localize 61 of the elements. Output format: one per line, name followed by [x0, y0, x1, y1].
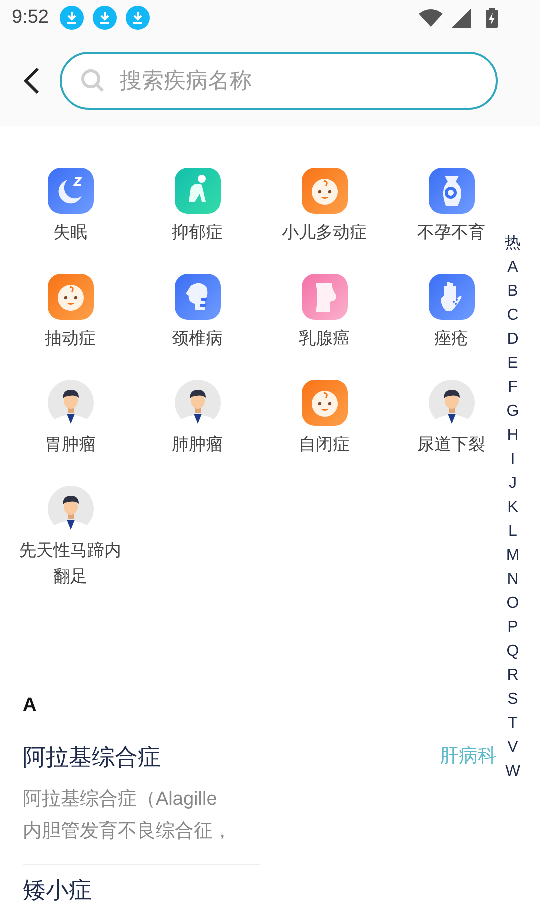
index-letter[interactable]: I [510, 448, 516, 472]
doctor-avatar [48, 486, 94, 532]
index-letter[interactable]: P [508, 616, 518, 640]
disease-name[interactable]: 先天性马蹄内翻足 [12, 538, 130, 590]
baby-face-icon [302, 168, 348, 214]
disease-name[interactable]: 自闭症 [266, 432, 384, 458]
index-letter[interactable]: B [508, 280, 518, 304]
disease-name[interactable]: 失眠 [12, 220, 130, 246]
index-letter[interactable]: Q [506, 640, 520, 664]
moon-icon [48, 168, 94, 214]
disease-title[interactable]: 矮小症 [23, 875, 92, 905]
index-letter[interactable]: T [508, 712, 518, 736]
disease-name[interactable]: 小儿多动症 [266, 220, 384, 246]
index-letter[interactable]: M [506, 544, 520, 568]
disease-name[interactable]: 肺肿瘤 [138, 432, 256, 458]
index-letter[interactable]: H [507, 424, 519, 448]
index-letter[interactable]: D [507, 328, 519, 352]
index-letter[interactable]: K [508, 496, 518, 520]
download-icon [92, 6, 117, 30]
index-letter[interactable]: N [507, 568, 519, 592]
index-letter[interactable]: O [506, 592, 520, 616]
signal-icon [452, 8, 471, 28]
baby-face-icon [302, 380, 348, 426]
disease-name[interactable]: 颈椎病 [138, 326, 256, 352]
disease-name[interactable]: 抽动症 [12, 326, 130, 352]
index-letter[interactable]: F [508, 376, 518, 400]
baby-face-icon [48, 274, 94, 320]
index-letter[interactable]: S [508, 688, 518, 712]
index-letter[interactable]: E [508, 352, 518, 376]
search-icon [80, 68, 106, 94]
sitting-person-icon [174, 168, 220, 214]
index-letter[interactable]: G [506, 400, 520, 424]
index-letter[interactable]: V [508, 736, 518, 760]
back-icon[interactable] [22, 67, 42, 95]
search-field[interactable]: 搜索疾病名称 [60, 52, 498, 110]
index-letter[interactable]: R [507, 664, 519, 688]
index-letter[interactable]: C [507, 304, 519, 328]
wifi-icon [419, 9, 443, 27]
hand-icon [428, 274, 474, 320]
disease-name[interactable]: 乳腺癌 [266, 326, 384, 352]
status-time: 9:52 [12, 6, 49, 30]
disease-description: 阿拉基综合症（Alagille [23, 788, 218, 812]
doctor-avatar [428, 380, 474, 426]
disease-description: 内胆管发育不良综合征， [23, 820, 233, 844]
disease-name[interactable]: 抑郁症 [138, 220, 256, 246]
disease-name[interactable]: 胃肿瘤 [12, 432, 130, 458]
doctor-avatar [174, 380, 220, 426]
index-letter[interactable]: L [508, 520, 518, 544]
battery-icon [486, 8, 498, 28]
index-letter[interactable]: J [509, 472, 517, 496]
torso-icon [302, 274, 348, 320]
download-icon [60, 6, 84, 30]
section-letter: A [23, 694, 38, 718]
head-neck-icon [174, 274, 220, 320]
download-icon [126, 6, 150, 30]
doctor-avatar [48, 380, 94, 426]
index-letter[interactable]: A [508, 256, 518, 280]
department-tag: 肝病科 [440, 742, 497, 772]
index-letter[interactable]: 热 [505, 232, 521, 256]
disease-title[interactable]: 阿拉基综合症 [23, 742, 161, 772]
index-letter[interactable]: W [505, 760, 521, 784]
